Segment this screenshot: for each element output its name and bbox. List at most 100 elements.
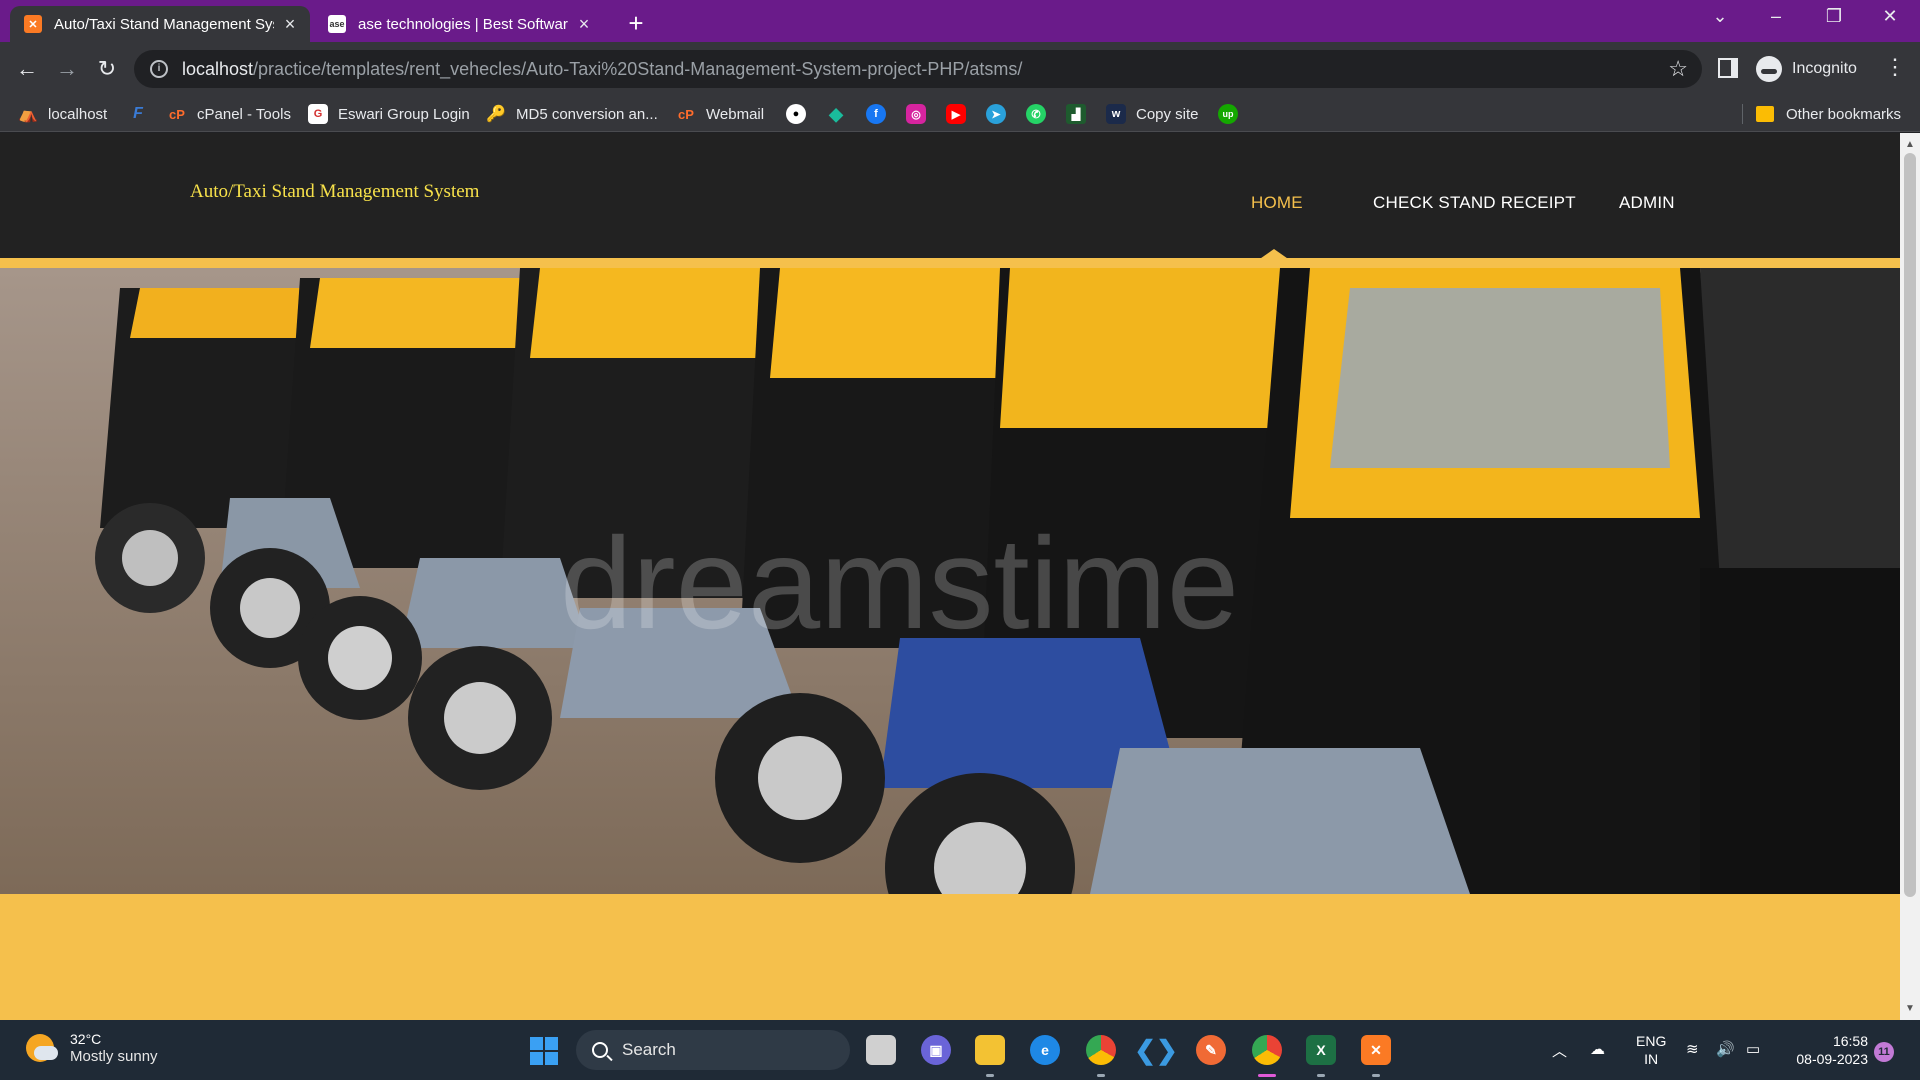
bookmark-star-icon[interactable]: ☆ xyxy=(1668,56,1688,82)
clock[interactable]: 16:58 08-09-2023 xyxy=(1780,1032,1868,1068)
other-bookmarks[interactable]: Other bookmarks xyxy=(1756,102,1901,126)
youtube-icon: ▶ xyxy=(946,104,966,124)
back-arrow-icon[interactable]: ← xyxy=(12,54,42,84)
weather-widget[interactable]: 32°C Mostly sunny xyxy=(26,1030,158,1066)
md5-icon: 🔑 xyxy=(486,106,506,123)
forward-arrow-icon[interactable]: → xyxy=(52,54,82,84)
running-indicator xyxy=(1097,1074,1105,1077)
tab-search-chevron-icon[interactable]: ⌄ xyxy=(1700,6,1740,27)
bookmark-cpanel-tools[interactable]: cP cPanel - Tools xyxy=(167,102,291,126)
bookmark-telegram[interactable]: ➤ xyxy=(986,102,1006,126)
browser-tab-strip: ✕ Auto/Taxi Stand Management System × as… xyxy=(0,0,1920,42)
nav-admin[interactable]: ADMIN xyxy=(1619,193,1675,213)
scrollbar-thumb[interactable] xyxy=(1904,153,1916,897)
onedrive-cloud-icon[interactable]: ☁ xyxy=(1590,1040,1605,1058)
minimize-icon[interactable]: – xyxy=(1756,6,1796,27)
bookmark-facebook[interactable]: f xyxy=(866,102,886,126)
taskbar-search[interactable]: Search xyxy=(576,1030,850,1070)
incognito-icon xyxy=(1756,56,1782,82)
menu-kebab-icon[interactable]: ⋮ xyxy=(1884,54,1906,80)
localhost-icon: ⛺ xyxy=(18,106,38,123)
nav-home[interactable]: HOME xyxy=(1251,193,1303,213)
telegram-icon: ➤ xyxy=(986,104,1006,124)
facebook-icon: f xyxy=(866,104,886,124)
bookmark-upwork[interactable]: up xyxy=(1218,102,1238,126)
windows-taskbar: 32°C Mostly sunny Search ▣ e ❮❯ ✎ X ✕ ︿ … xyxy=(0,1020,1920,1080)
active-app-indicator xyxy=(1258,1074,1276,1077)
teams-chat-icon[interactable]: ▣ xyxy=(921,1035,951,1065)
incognito-profile[interactable]: Incognito xyxy=(1756,50,1857,88)
tray-chevron-up-icon[interactable]: ︿ xyxy=(1552,1040,1567,1061)
xampp-taskbar-icon[interactable]: ✕ xyxy=(1361,1035,1391,1065)
tab-title: ase technologies | Best Software Company xyxy=(358,15,568,33)
postman-icon[interactable]: ✎ xyxy=(1196,1035,1226,1065)
browser-toolbar: ← → ↻ i localhost/practice/templates/ren… xyxy=(0,42,1920,96)
bookmark-github[interactable]: ● xyxy=(786,102,806,126)
bookmark-chart[interactable]: ▟ xyxy=(1066,102,1086,126)
temperature: 32°C xyxy=(70,1031,102,1047)
windows-start-icon[interactable] xyxy=(530,1037,558,1065)
bookmark-localhost[interactable]: ⛺ localhost xyxy=(18,102,107,126)
url-text[interactable]: localhost/practice/templates/rent_vehecl… xyxy=(182,59,1022,80)
running-indicator xyxy=(1317,1074,1325,1077)
chrome-icon[interactable] xyxy=(1086,1035,1116,1065)
close-icon[interactable]: × xyxy=(574,14,594,35)
xampp-icon: ✕ xyxy=(24,15,42,33)
bookmark-copy-site[interactable]: w Copy site xyxy=(1106,102,1199,126)
vscode-icon[interactable]: ❮❯ xyxy=(1134,1035,1178,1065)
search-icon xyxy=(592,1042,608,1058)
chrome-incognito-icon[interactable] xyxy=(1252,1035,1282,1065)
web-page: Auto/Taxi Stand Management System HOME C… xyxy=(0,133,1900,1020)
bookmarks-bar: ⛺ localhost F cP cPanel - Tools G Eswari… xyxy=(0,96,1920,132)
bookmark-webmail[interactable]: cP Webmail xyxy=(676,102,764,126)
window-close-icon[interactable]: ✕ xyxy=(1870,6,1910,27)
site-brand[interactable]: Auto/Taxi Stand Management System xyxy=(190,181,479,203)
nav-check-stand-receipt[interactable]: CHECK STAND RECEIPT xyxy=(1373,193,1576,213)
github-icon: ● xyxy=(786,104,806,124)
close-icon[interactable]: × xyxy=(280,14,300,35)
reload-icon[interactable]: ↻ xyxy=(92,54,122,84)
tab-title: Auto/Taxi Stand Management System xyxy=(54,15,274,33)
input-language[interactable]: ENG IN xyxy=(1636,1032,1666,1068)
active-nav-indicator xyxy=(1254,249,1294,263)
cpanel-webmail-icon: cP xyxy=(678,106,694,122)
instagram-icon: ◎ xyxy=(906,104,926,124)
cpanel-icon: cP xyxy=(169,106,185,122)
new-tab-button[interactable]: + xyxy=(622,8,650,39)
watermark-text: dreamstime xyxy=(560,510,1239,656)
green-chart-icon: ▟ xyxy=(1066,104,1086,124)
bookmark-eswari-group-login[interactable]: G Eswari Group Login xyxy=(308,102,470,126)
address-bar[interactable]: i localhost/practice/templates/rent_vehe… xyxy=(134,50,1702,88)
diamond-icon: ◆ xyxy=(829,103,843,124)
bookmark-whatsapp[interactable]: ✆ xyxy=(1026,102,1046,126)
ase-icon: ase xyxy=(328,15,346,33)
wifi-icon[interactable]: ≋ xyxy=(1686,1040,1699,1058)
bookmarks-divider xyxy=(1742,104,1743,124)
running-indicator xyxy=(1372,1074,1380,1077)
hero-banner-image: dreamstime xyxy=(0,268,1900,894)
task-view-icon[interactable] xyxy=(866,1035,896,1065)
volume-icon[interactable]: 🔊 xyxy=(1716,1040,1735,1058)
bookmark-instagram[interactable]: ◎ xyxy=(906,102,926,126)
restore-icon[interactable]: ❐ xyxy=(1814,6,1854,27)
battery-icon[interactable]: ▭ xyxy=(1746,1040,1760,1058)
scroll-up-arrow-icon[interactable]: ▲ xyxy=(1905,139,1915,150)
partly-sunny-icon xyxy=(26,1034,58,1062)
tab-auto-taxi[interactable]: ✕ Auto/Taxi Stand Management System × xyxy=(10,6,310,42)
bookmark-diamond[interactable]: ◆ xyxy=(826,102,846,126)
scroll-down-arrow-icon[interactable]: ▼ xyxy=(1905,1003,1915,1014)
site-info-icon[interactable]: i xyxy=(150,60,168,78)
page-scrollbar[interactable]: ▲ ▼ xyxy=(1900,133,1920,1020)
notification-badge[interactable]: 11 xyxy=(1874,1042,1894,1062)
side-panel-icon[interactable] xyxy=(1718,58,1738,78)
f-icon: F xyxy=(133,105,143,122)
excel-icon[interactable]: X xyxy=(1306,1035,1336,1065)
tab-ase-technologies[interactable]: ase ase technologies | Best Software Com… xyxy=(314,6,604,42)
bookmark-md5-conversion[interactable]: 🔑 MD5 conversion an... xyxy=(486,102,658,126)
edge-icon[interactable]: e xyxy=(1030,1035,1060,1065)
whatsapp-icon: ✆ xyxy=(1026,104,1046,124)
file-explorer-icon[interactable] xyxy=(975,1035,1005,1065)
bookmark-f[interactable]: F xyxy=(128,102,148,126)
weather-condition: Mostly sunny xyxy=(70,1048,158,1065)
bookmark-youtube[interactable]: ▶ xyxy=(946,102,966,126)
